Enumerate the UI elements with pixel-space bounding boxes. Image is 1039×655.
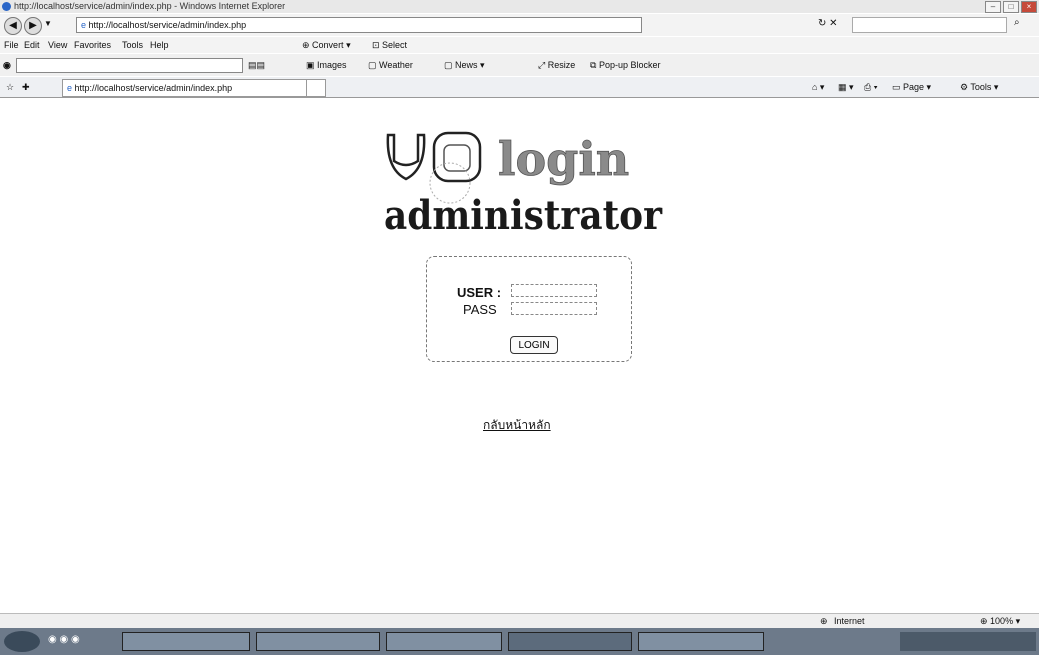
page-menu[interactable]: ▭ Page ▾	[892, 77, 931, 97]
home-link[interactable]: กลับหน้าหลัก	[483, 416, 551, 435]
taskbar-item-1[interactable]	[122, 632, 250, 651]
window-controls: – □ ×	[985, 1, 1037, 13]
select-label: Select	[382, 40, 408, 50]
tab-bar: ☆ ✚ e http://localhost/service/admin/ind…	[0, 77, 1039, 98]
convert-label: Convert	[312, 40, 344, 50]
tab-page-icon: e	[67, 83, 73, 93]
menu-view[interactable]: View	[48, 37, 67, 53]
user-label: USER :	[457, 285, 502, 300]
window-title: http://localhost/service/admin/index.php…	[14, 1, 286, 11]
home-icon[interactable]: ⌂ ▾	[812, 77, 824, 97]
address-input[interactable]: e http://localhost/service/admin/index.p…	[76, 17, 642, 33]
start-button[interactable]	[4, 631, 40, 652]
images-button[interactable]: ▣ Images	[306, 54, 347, 76]
popup-blocker-button[interactable]: ⧉ Pop-up Blocker	[590, 54, 660, 76]
menu-help[interactable]: Help	[150, 37, 169, 53]
weather-label: Weather	[379, 60, 413, 70]
search-icon[interactable]: ⌕	[1014, 17, 1020, 28]
taskbar-item-4[interactable]	[508, 632, 632, 651]
forward-button[interactable]: ▶	[24, 17, 42, 35]
ie-icon	[2, 2, 11, 11]
toolbar-search-input[interactable]	[16, 58, 243, 73]
taskbar-item-5[interactable]	[638, 632, 764, 651]
news-button[interactable]: ▢ News ▾	[444, 54, 485, 76]
menu-edit[interactable]: Edit	[24, 37, 40, 53]
favorites-star-icon[interactable]: ☆	[6, 77, 14, 97]
zone-label: Internet	[834, 616, 865, 626]
convert-button[interactable]: ⊕ Convert ▾	[302, 37, 351, 53]
login-button[interactable]: LOGIN	[510, 336, 558, 354]
toolbar-search-button[interactable]: ▤▤	[248, 54, 265, 76]
weather-button[interactable]: ▢ Weather	[368, 54, 413, 76]
logo-admin-text: administrator	[384, 192, 663, 239]
feeds-icon[interactable]: ▦ ▾	[838, 77, 854, 97]
zoom-level: 100%	[990, 616, 1014, 626]
menu-bar: File Edit View Favorites Tools Help ⊕ Co…	[0, 37, 1039, 53]
page-menu-label: Page	[903, 82, 925, 92]
select-button[interactable]: ⊡ Select	[372, 37, 407, 53]
pass-label: PASS	[463, 302, 497, 317]
system-tray	[900, 632, 1036, 651]
user-input[interactable]	[511, 284, 597, 297]
tab-title: http://localhost/service/admin/index.php	[74, 83, 233, 93]
menu-file[interactable]: File	[4, 37, 19, 53]
search-toolbar: ◉ ▤▤ ▣ Images ▢ Weather ▢ News ▾ ⤢ Resiz…	[0, 54, 1039, 76]
address-url: http://localhost/service/admin/index.php	[88, 20, 247, 30]
news-label: News	[455, 60, 478, 70]
close-button[interactable]: ×	[1021, 1, 1037, 13]
resize-button[interactable]: ⤢ Resize	[538, 54, 575, 76]
resize-label: Resize	[547, 60, 576, 70]
menu-tools[interactable]: Tools	[122, 37, 143, 53]
login-box: USER : PASS LOGIN	[426, 256, 632, 362]
page-icon: e	[81, 20, 87, 30]
images-label: Images	[317, 60, 347, 70]
new-tab-button[interactable]	[306, 79, 326, 97]
taskbar-item-2[interactable]	[256, 632, 380, 651]
tools-menu[interactable]: ⚙ Tools ▾	[960, 77, 998, 97]
logo-login-text: login	[498, 132, 629, 186]
tab-current[interactable]: e http://localhost/service/admin/index.p…	[62, 79, 308, 97]
popup-blocker-label: Pop-up Blocker	[598, 60, 661, 70]
admin-logo: login administrator	[384, 132, 663, 239]
menu-favorites[interactable]: Favorites	[74, 37, 111, 53]
zoom-control[interactable]: ⊕ 100% ▾	[980, 614, 1020, 629]
minimize-button[interactable]: –	[985, 1, 1001, 13]
address-bar-row: ◀ ▶ ▼ e http://localhost/service/admin/i…	[0, 14, 1039, 36]
taskbar: ◉ ◉ ◉	[0, 628, 1039, 655]
title-bar: http://localhost/service/admin/index.php…	[0, 0, 1039, 13]
print-icon[interactable]: ⎙ ▾	[864, 77, 877, 97]
zone-icon: ⊕	[820, 616, 828, 626]
taskbar-item-3[interactable]	[386, 632, 502, 651]
recent-pages-dropdown[interactable]: ▼	[44, 19, 52, 28]
refresh-icon[interactable]: ↻ ✕	[818, 18, 838, 29]
quick-launch[interactable]: ◉ ◉ ◉	[48, 634, 80, 645]
pass-input[interactable]	[511, 302, 597, 315]
web-search-input[interactable]	[852, 17, 1007, 33]
status-bar: ⊕ Internet ⊕ 100% ▾	[0, 613, 1039, 629]
add-favorites-icon[interactable]: ✚	[22, 77, 30, 97]
tools-menu-label: Tools	[970, 82, 992, 92]
back-button[interactable]: ◀	[4, 17, 22, 35]
maximize-button[interactable]: □	[1003, 1, 1019, 13]
toolbar-logo-icon[interactable]: ◉	[3, 54, 11, 76]
